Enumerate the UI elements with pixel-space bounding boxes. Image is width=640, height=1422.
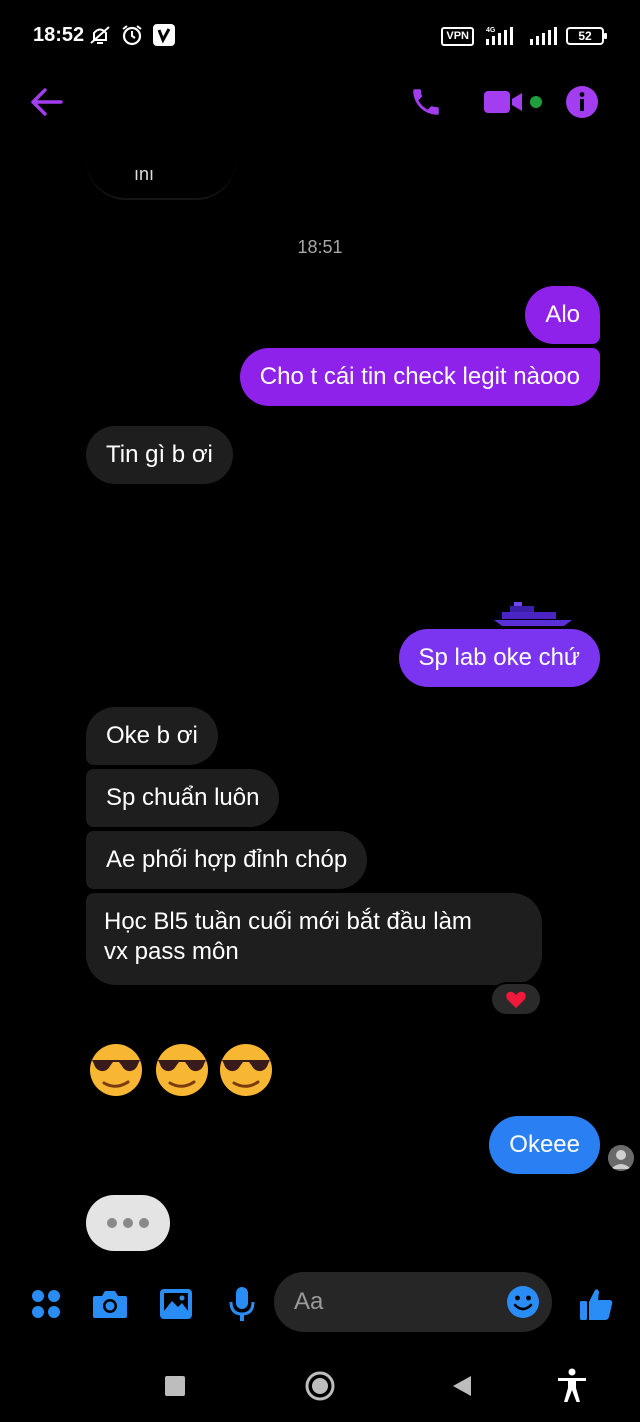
system-nav-bar bbox=[0, 1356, 640, 1416]
camera-icon bbox=[93, 1291, 127, 1318]
message-bubble-incoming[interactable]: Sp chuẩn luôn bbox=[86, 769, 280, 827]
ship-sticker-icon bbox=[494, 602, 572, 626]
typing-indicator bbox=[86, 1195, 170, 1251]
video-call-button[interactable] bbox=[482, 82, 546, 122]
home-button[interactable] bbox=[300, 1366, 340, 1406]
message-bubble-incoming[interactable]: Tin gì b ơi bbox=[86, 426, 233, 484]
message-input-container[interactable] bbox=[274, 1272, 552, 1332]
camera-button[interactable] bbox=[90, 1284, 130, 1324]
voice-button[interactable] bbox=[222, 1284, 262, 1324]
contact-avatar-partial: ını bbox=[86, 134, 236, 200]
accessibility-button[interactable] bbox=[552, 1366, 592, 1406]
recents-icon bbox=[165, 1376, 185, 1396]
mic-icon bbox=[229, 1287, 255, 1321]
info-icon bbox=[566, 86, 598, 118]
back-nav-button[interactable] bbox=[442, 1366, 482, 1406]
info-button[interactable] bbox=[562, 82, 602, 122]
sunglasses-emoji bbox=[220, 1044, 272, 1096]
typing-dot bbox=[123, 1218, 133, 1228]
message-bubble-outgoing[interactable]: Okeee bbox=[489, 1116, 600, 1174]
message-bubble-incoming[interactable]: Ae phối hợp đỉnh chóp bbox=[86, 831, 368, 889]
home-icon bbox=[305, 1371, 335, 1401]
message-bubble-incoming[interactable]: Học Bl5 tuần cuối mới bắt đầu làm vx pas… bbox=[86, 893, 542, 985]
alarm-icon bbox=[122, 25, 142, 46]
call-button[interactable] bbox=[406, 82, 446, 122]
vpn-badge: VPN bbox=[441, 26, 474, 46]
status-bar: 18:52 VPN 4G 52 bbox=[0, 0, 640, 70]
heart-icon bbox=[506, 991, 526, 1009]
message-bubble-outgoing[interactable]: Sp lab oke chứ bbox=[398, 629, 600, 687]
like-button[interactable] bbox=[576, 1284, 616, 1324]
back-arrow-icon bbox=[31, 88, 63, 116]
gallery-icon bbox=[160, 1289, 192, 1319]
typing-dot bbox=[139, 1218, 149, 1228]
recents-button[interactable] bbox=[155, 1366, 195, 1406]
message-bubble-incoming[interactable]: Oke b ơi bbox=[86, 707, 218, 765]
video-icon bbox=[484, 91, 542, 113]
chat-header bbox=[0, 72, 640, 132]
back-icon bbox=[453, 1376, 471, 1396]
signal-icon-2 bbox=[530, 27, 557, 45]
typing-dot bbox=[107, 1218, 117, 1228]
message-reaction[interactable] bbox=[490, 982, 542, 1016]
message-input[interactable] bbox=[294, 1284, 494, 1320]
message-bubble-outgoing[interactable]: Cho t cái tin check legit nàooo bbox=[239, 348, 600, 406]
emoji-icon[interactable] bbox=[506, 1285, 540, 1319]
do-not-disturb-icon bbox=[90, 26, 110, 44]
network-type: 4G bbox=[486, 27, 496, 34]
avatar-text: ını bbox=[134, 164, 155, 184]
seen-avatar bbox=[608, 1145, 634, 1171]
back-button[interactable] bbox=[26, 82, 66, 122]
accessibility-icon bbox=[558, 1368, 586, 1402]
status-left-icons bbox=[88, 24, 176, 46]
message-bubble-outgoing[interactable]: Alo bbox=[525, 286, 600, 344]
message-line: Học Bl5 tuần cuối mới bắt đầu làm bbox=[104, 908, 472, 935]
message-line: vx pass môn bbox=[104, 938, 239, 965]
app-v-icon bbox=[153, 24, 175, 46]
battery-indicator: 52 bbox=[566, 27, 607, 45]
signal-icon: 4G bbox=[486, 27, 513, 45]
menu-dots-icon bbox=[32, 1290, 60, 1318]
phone-icon bbox=[413, 89, 439, 115]
status-right-icons: VPN 4G 52 bbox=[441, 25, 607, 47]
message-composer bbox=[0, 1270, 640, 1336]
sunglasses-emoji bbox=[156, 1044, 208, 1096]
message-timestamp: 18:51 bbox=[297, 237, 343, 257]
status-time: 18:52 bbox=[33, 24, 85, 46]
more-actions-button[interactable] bbox=[26, 1284, 66, 1324]
sunglasses-emoji bbox=[90, 1044, 142, 1096]
gallery-button[interactable] bbox=[156, 1284, 196, 1324]
like-icon bbox=[580, 1289, 613, 1320]
